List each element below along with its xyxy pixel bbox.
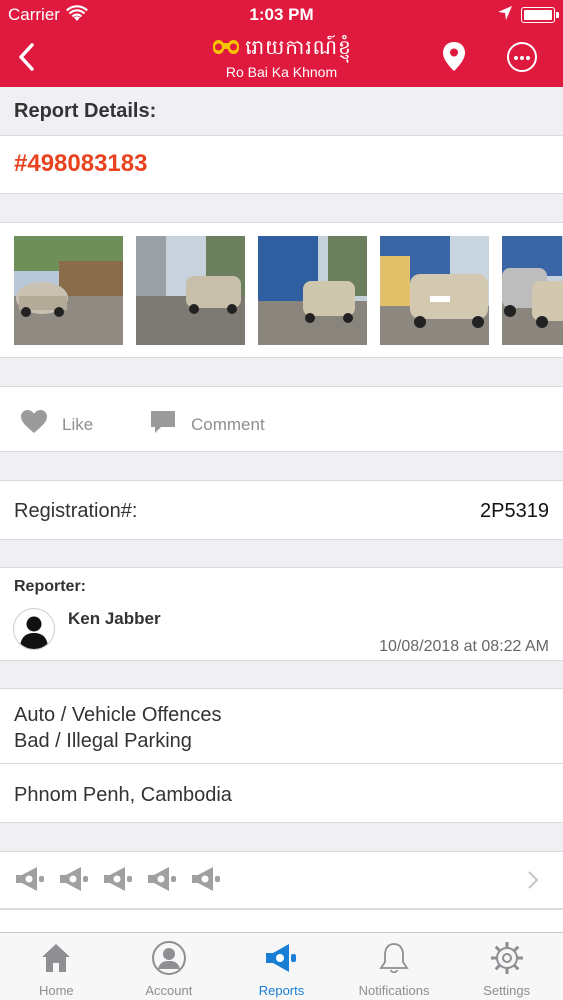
section-header: Report Details:: [0, 87, 563, 135]
reporter-name: Ken Jabber: [68, 609, 161, 628]
registration-label: Registration#:: [14, 500, 138, 522]
tab-reports-label: Reports: [258, 983, 305, 998]
comment-bubble-icon: [149, 409, 177, 440]
more-options-icon[interactable]: [507, 42, 537, 72]
photo-thumbnail-1[interactable]: [14, 236, 123, 345]
megaphone-icon: [189, 864, 223, 899]
navigation-bar: រោយការណ៍ខ្ញុំ Ro Bai Ka Khnom: [0, 30, 563, 87]
photo-thumbnail-5[interactable]: [502, 236, 563, 345]
avatar: [13, 608, 55, 650]
like-button[interactable]: Like: [20, 409, 93, 440]
category-row: Auto / Vehicle Offences Bad / Illegal Pa…: [0, 688, 563, 764]
report-datetime: 10/08/2018 at 08:22 AM: [379, 638, 549, 655]
megaphone-icon: [101, 864, 135, 899]
account-icon: [151, 940, 187, 976]
battery-icon: [521, 7, 559, 23]
megaphone-icon: [145, 864, 179, 899]
tab-bar: Home Account Reports Notifications Setti…: [0, 932, 563, 1000]
chevron-right-icon: [527, 870, 539, 890]
comment-label: Comment: [191, 414, 265, 434]
megaphone-icon: [13, 864, 47, 899]
report-id-row: #498083183: [0, 135, 563, 194]
reporter-label: Reporter:: [14, 578, 87, 595]
status-bar: Carrier 1:03 PM: [0, 0, 563, 30]
tab-account[interactable]: Account: [113, 933, 226, 1000]
tab-account-label: Account: [145, 983, 193, 998]
category-secondary: Bad / Illegal Parking: [14, 730, 192, 752]
home-icon: [38, 940, 74, 976]
binoculars-icon: [211, 37, 241, 62]
photo-thumbnail-3[interactable]: [258, 236, 367, 345]
bell-icon: [376, 940, 412, 976]
comment-button[interactable]: Comment: [149, 409, 265, 440]
logo-subtitle: Ro Bai Ka Khnom: [225, 64, 338, 80]
megaphone-icon: [263, 940, 299, 976]
location-text: Phnom Penh, Cambodia: [14, 784, 232, 806]
registration-value: 2P5319: [480, 500, 549, 522]
app-logo: រោយការណ៍ខ្ញុំ Ro Bai Ka Khnom: [0, 34, 563, 80]
location-arrow-icon: [497, 5, 513, 26]
heart-icon: [20, 409, 48, 440]
megaphone-rating-row[interactable]: [0, 851, 563, 909]
clock: 1:03 PM: [249, 5, 314, 24]
location-row: Phnom Penh, Cambodia: [0, 763, 563, 823]
tab-notifications-label: Notifications: [358, 983, 430, 998]
tab-home[interactable]: Home: [0, 933, 113, 1000]
tab-notifications[interactable]: Notifications: [338, 933, 451, 1000]
photo-thumbnail-4[interactable]: [380, 236, 489, 345]
tab-settings-label: Settings: [483, 983, 531, 998]
tab-reports[interactable]: Reports: [225, 933, 338, 1000]
logo-khmer-text: រោយការណ៍ខ្ញុំ: [245, 37, 352, 59]
report-details-heading: Report Details:: [14, 100, 157, 122]
tab-home-label: Home: [38, 983, 74, 998]
reporter-row: Reporter: Ken Jabber 10/08/2018 at 08:22…: [0, 567, 563, 661]
like-label: Like: [62, 414, 94, 434]
photo-gallery[interactable]: [0, 222, 563, 358]
registration-row: Registration#: 2P5319: [0, 480, 563, 540]
photo-thumbnail-2[interactable]: [136, 236, 245, 345]
tab-settings[interactable]: Settings: [450, 933, 563, 1000]
report-id: #498083183: [14, 150, 148, 177]
action-row: Like Comment: [0, 386, 563, 452]
category-primary: Auto / Vehicle Offences: [14, 704, 222, 726]
gear-icon: [489, 940, 525, 976]
map-pin-icon[interactable]: [440, 40, 468, 74]
megaphone-icon: [57, 864, 91, 899]
